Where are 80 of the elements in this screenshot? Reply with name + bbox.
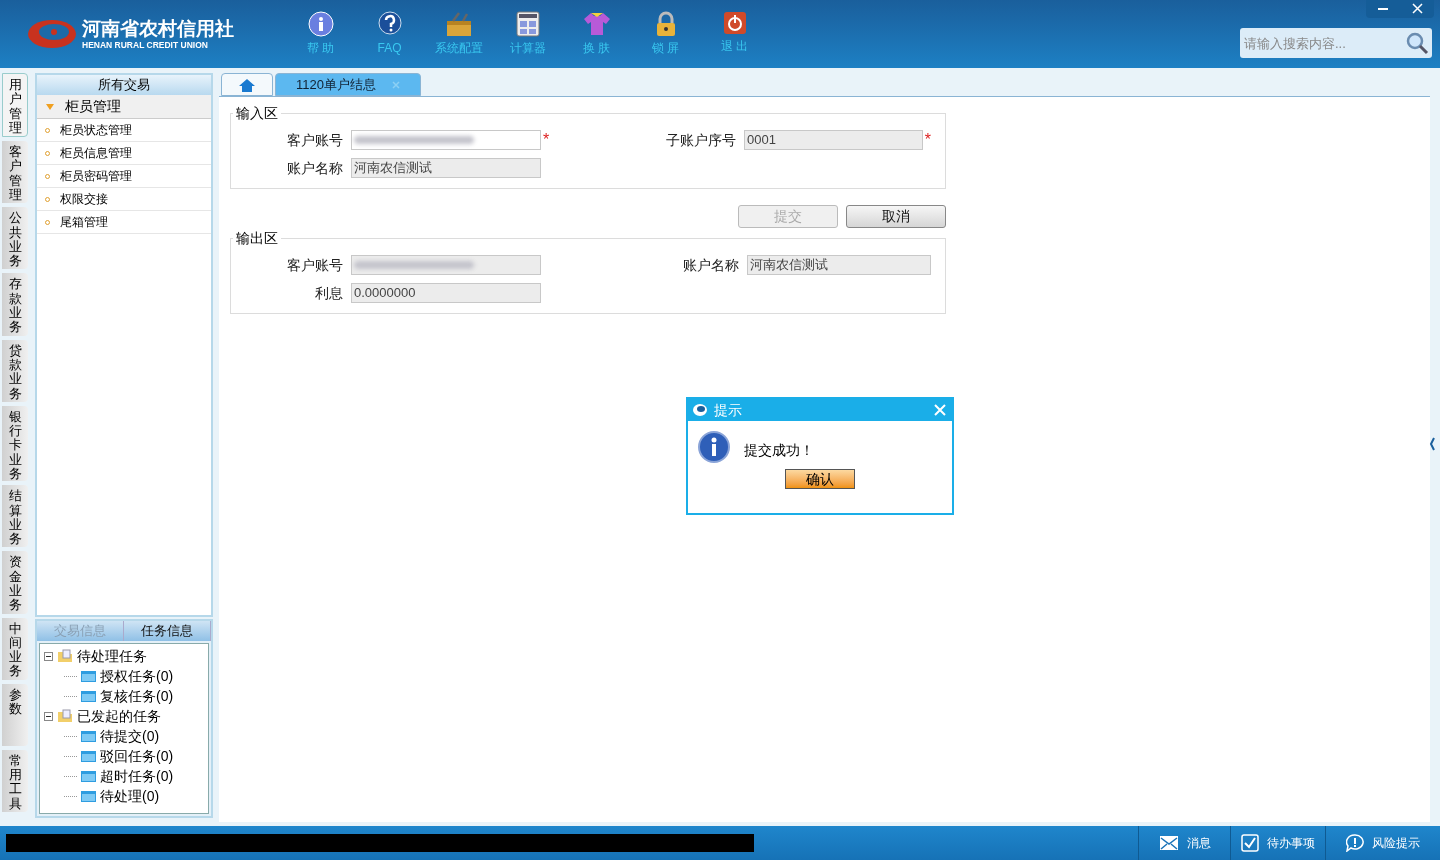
search-icon[interactable] [1405,31,1429,55]
home-icon [238,77,256,92]
sidebar-title: 所有交易 [37,75,211,95]
side-tab[interactable]: 客户管理 [2,141,28,204]
tree-item[interactable]: 授权任务(0) [100,665,174,687]
calculator-icon [515,11,540,37]
side-tab[interactable]: 中间业务 [2,617,28,680]
menu-item[interactable]: 柜员密码管理 [60,167,132,185]
folder-icon [57,649,73,663]
fieldset-title: 输出区 [233,229,281,247]
page-tab[interactable]: 1120单户结息 [275,73,421,96]
tree-item[interactable]: 待处理任务 [77,645,147,667]
input-field[interactable]: 0001 [744,130,923,150]
folder-icon [81,770,96,782]
folder-icon [81,790,96,802]
power-icon [722,11,747,35]
form-button[interactable]: 取消 [846,205,946,228]
dialog-message: 提交成功！ [744,440,814,460]
logo-icon [26,17,78,51]
search-field[interactable]: 请输入搜索内容... [1240,28,1432,58]
side-tab[interactable]: 贷款业务 [2,339,28,402]
input-field[interactable]: 河南农信测试 [747,255,931,275]
logo-subtitle: HENAN RURAL CREDIT UNION [82,40,209,50]
side-tab[interactable]: 公共业务 [2,207,28,270]
field-label: 子账户序号 [665,130,738,150]
caret-icon [45,102,55,111]
question-icon [375,11,404,37]
menu-item[interactable]: 柜员信息管理 [60,144,132,162]
speech-bubble-icon [1346,834,1364,852]
side-tab[interactable]: 用户管理 [2,73,28,138]
folder-icon [81,750,96,762]
side-tab[interactable]: 存款业务 [2,273,28,336]
status-button[interactable]: 待办事项 [1230,826,1325,860]
expander-icon[interactable] [44,651,53,661]
field-label: 账户名称 [682,255,741,275]
side-tab[interactable]: 资金业务 [2,551,28,614]
confirm-button[interactable]: 确认 [785,469,855,489]
required-mark: * [543,132,550,148]
dialog-title: 提示 [714,400,742,420]
field-label: 客户账号 [286,130,344,150]
tree-item[interactable]: 待提交(0) [100,725,160,747]
folder-icon [57,709,73,723]
input-field[interactable] [351,255,541,275]
home-tab[interactable] [221,73,273,96]
tree-item[interactable]: 驳回任务(0) [100,745,174,767]
expander-icon[interactable] [44,711,53,721]
checkbox-icon [1241,834,1259,852]
info-icon [307,11,334,37]
logo-title: 河南省农村信用社 [82,18,234,40]
side-tab[interactable]: 银行卡业务 [2,405,28,482]
menu-item[interactable]: 权限交接 [60,190,108,208]
field-label: 利息 [314,283,344,303]
field-label: 账户名称 [286,158,344,178]
status-button[interactable]: 消息 [1138,826,1230,860]
menu-item[interactable]: 柜员状态管理 [60,121,132,139]
menu-group[interactable]: 柜员管理 [37,95,211,119]
shirt-icon [582,11,611,37]
folder-icon [81,670,96,682]
folder-icon [81,730,96,742]
tree-item[interactable]: 已发起的任务 [77,705,161,727]
side-tab[interactable]: 参数 [2,683,28,746]
input-field[interactable] [351,130,541,150]
mail-icon [1158,835,1179,851]
field-label: 客户账号 [286,255,344,275]
required-mark: * [924,132,931,148]
status-button[interactable]: 风险提示 [1325,826,1440,860]
folder-icon [81,690,96,702]
menu-item[interactable]: 尾箱管理 [60,213,108,231]
input-field[interactable]: 0.0000000 [351,283,541,303]
panel-tab[interactable]: 任务信息 [124,621,211,641]
tree-item[interactable]: 超时任务(0) [100,765,174,787]
tree-item[interactable]: 待处理(0) [100,785,160,807]
side-tab[interactable]: 结算业务 [2,485,28,548]
tree-item[interactable]: 复核任务(0) [100,685,174,707]
toolbox-icon [444,11,473,37]
info-icon [698,431,730,463]
input-field[interactable]: 河南农信测试 [351,158,541,178]
side-tab[interactable]: 常用工具 [2,749,28,813]
fieldset-title: 输入区 [233,104,281,122]
logo-icon [692,403,708,417]
